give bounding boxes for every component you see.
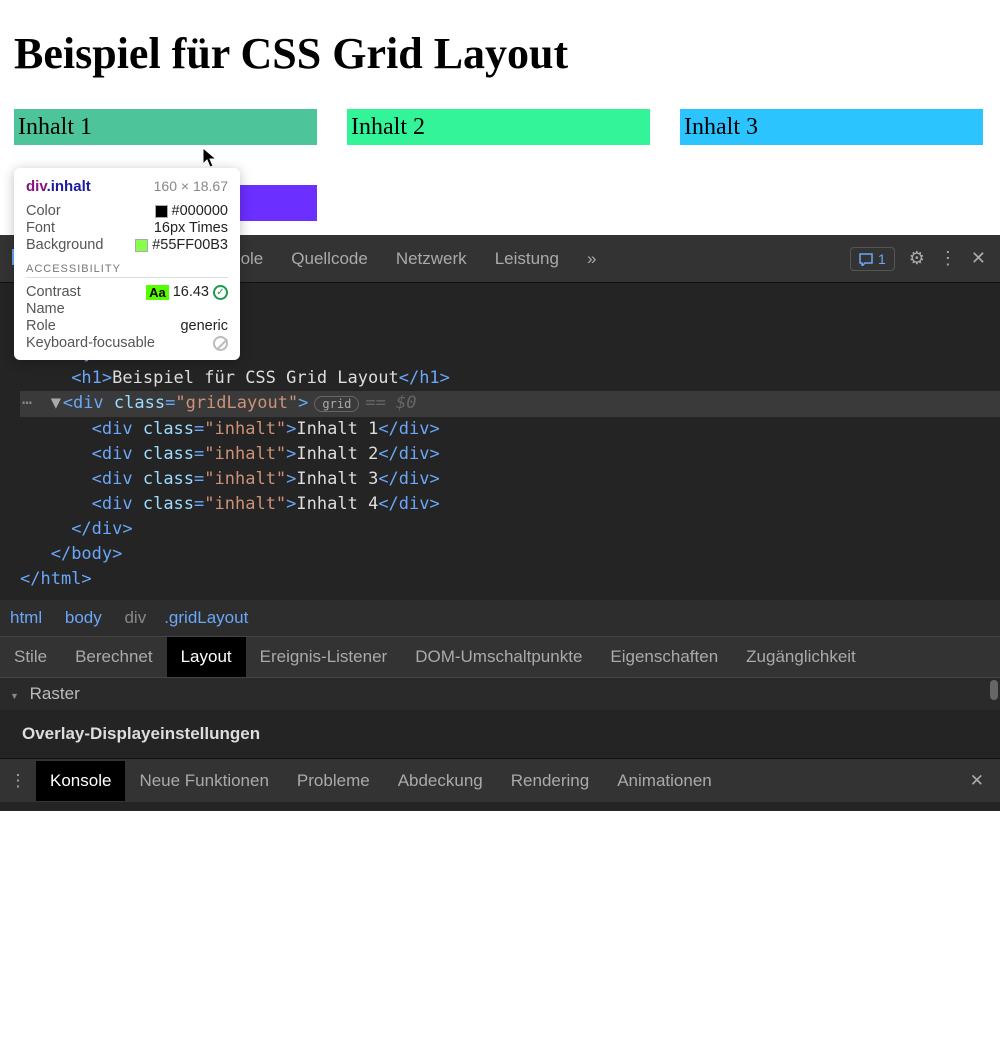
grid-badge[interactable]: grid [314,396,359,412]
code-eq0: == $0 [365,393,416,413]
drawer-tab-rendering[interactable]: Rendering [497,761,603,801]
tooltip-bg-label: Background [26,237,103,253]
grid-layout: Inhalt 1 Inhalt 2 Inhalt 3 [14,109,986,145]
tooltip-font-value: 16px Times [154,220,228,236]
subtab-accessibility[interactable]: Zugänglichkeit [732,637,870,677]
issues-count: 1 [878,251,886,267]
not-focusable-icon [213,336,228,351]
more-menu-icon[interactable]: ⋮ [939,248,957,269]
subtab-dom-breakpoints[interactable]: DOM-Umschaltpunkte [401,637,596,677]
color-swatch-icon [155,205,168,218]
raster-label: Raster [30,684,80,703]
tooltip-color-label: Color [26,203,61,219]
grid-cell-3[interactable]: Inhalt 3 [680,109,983,145]
drawer-tab-whatsnew[interactable]: Neue Funktionen [125,761,282,801]
code-child-3[interactable]: <div class="inhalt">Inhalt 3</div> [20,467,1000,492]
drawer-tab-issues[interactable]: Probleme [283,761,384,801]
tooltip-accessibility-heading: ACCESSIBILITY [26,263,228,278]
tooltip-bg-value: #55FF00B3 [152,237,228,253]
code-gridlayout-row[interactable]: ⋯ ▼<div class="gridLayout">grid== $0 [20,391,1000,417]
code-h1-close: </h1> [399,368,450,388]
code-div-close[interactable]: </div> [20,517,1000,542]
tooltip-contrast-label: Contrast [26,284,81,300]
code-h1-text[interactable]: Beispiel für CSS Grid Layout [112,368,399,388]
issues-icon [859,252,873,266]
code-body-close[interactable]: </body> [20,542,1000,567]
page-heading: Beispiel für CSS Grid Layout [14,28,986,79]
code-child-1[interactable]: <div class="inhalt">Inhalt 1</div> [20,417,1000,442]
issues-button[interactable]: 1 [850,247,895,271]
tooltip-font-label: Font [26,220,55,236]
tooltip-dimensions: 160 × 18.67 [154,178,228,195]
devtools-drawer: ⋮ Konsole Neue Funktionen Probleme Abdec… [0,758,1000,802]
element-inspector-tooltip: div.inhalt 160 × 18.67 Color #000000 Fon… [14,168,240,360]
drawer-menu-icon[interactable]: ⋮ [0,771,36,791]
tooltip-role-label: Role [26,318,56,334]
tab-overflow[interactable]: » [573,237,610,281]
contrast-badge: Aa [146,285,169,300]
code-child-4[interactable]: <div class="inhalt">Inhalt 4</div> [20,492,1000,517]
settings-gear-icon[interactable]: ⚙ [909,248,925,269]
subtab-properties[interactable]: Eigenschaften [596,637,732,677]
overlay-display-settings: Overlay-Displayeinstellungen [0,710,1000,758]
layout-grid-section[interactable]: Raster [0,677,1000,710]
subtab-computed[interactable]: Berechnet [61,637,167,677]
subtab-event-listeners[interactable]: Ereignis-Listener [246,637,402,677]
tooltip-role-value: generic [180,318,228,334]
tab-sources[interactable]: Quellcode [277,237,382,281]
drawer-tab-animations[interactable]: Animationen [603,761,726,801]
grid-cell-2[interactable]: Inhalt 2 [347,109,650,145]
tooltip-color-value: #000000 [172,203,228,219]
drawer-tab-coverage[interactable]: Abdeckung [384,761,497,801]
breadcrumb-gridlayout[interactable]: div.gridLayout [124,608,248,627]
close-devtools-icon[interactable]: ✕ [971,248,986,269]
checkmark-icon: ✓ [213,285,228,300]
tab-performance[interactable]: Leistung [481,237,573,281]
tooltip-contrast-value: 16.43 [173,284,209,300]
code-child-2[interactable]: <div class="inhalt">Inhalt 2</div> [20,442,1000,467]
styles-subtabs: Stile Berechnet Layout Ereignis-Listener… [0,636,1000,677]
tooltip-tag: div [26,178,47,195]
scrollbar-thumb[interactable] [990,680,998,700]
drawer-tab-console[interactable]: Konsole [36,761,125,801]
subtab-styles[interactable]: Stile [0,637,61,677]
tooltip-name-label: Name [26,301,65,317]
drawer-close-icon[interactable]: ✕ [954,771,1000,791]
tab-network[interactable]: Netzwerk [382,237,481,281]
breadcrumb: html body div.gridLayout [0,600,1000,636]
breadcrumb-html[interactable]: html [10,608,42,627]
code-html-close[interactable]: </html> [20,567,1000,592]
code-h1-open: <h1> [71,368,112,388]
bg-swatch-icon [135,239,148,252]
breadcrumb-body[interactable]: body [65,608,102,627]
subtab-layout[interactable]: Layout [167,637,246,677]
grid-cell-1[interactable]: Inhalt 1 [14,109,317,145]
tooltip-keyboard-label: Keyboard-focusable [26,335,155,351]
tooltip-class: .inhalt [47,178,91,195]
